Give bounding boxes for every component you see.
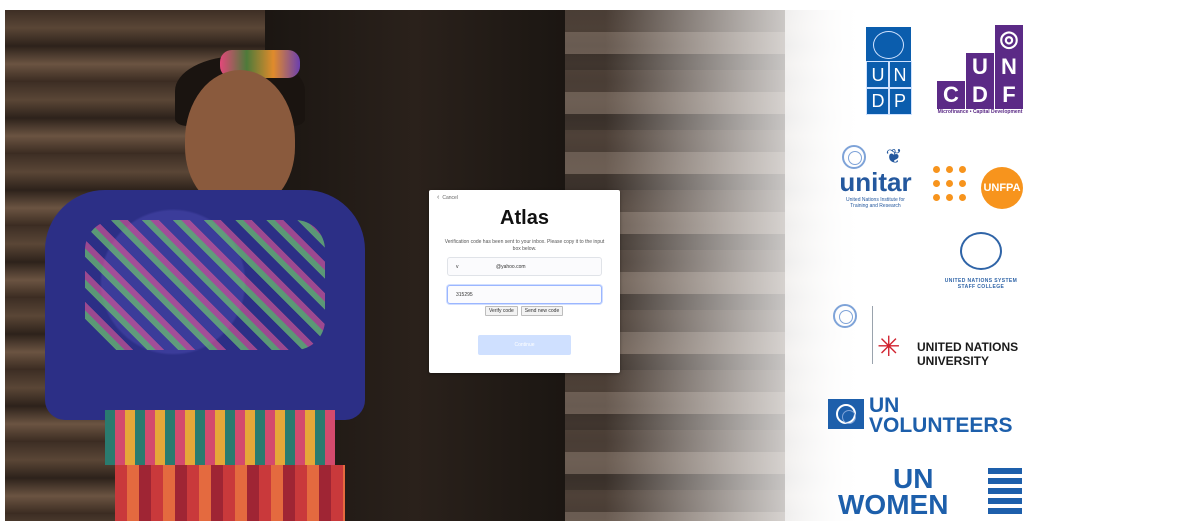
unfpa-circle: UNFPA (981, 167, 1023, 209)
uncdf-letter-c: C (937, 81, 965, 109)
un-emblem-icon: ◎ (995, 25, 1023, 53)
undp-letter-u: U (866, 61, 890, 89)
unu-logo: ✳ UNITED NATIONS UNIVERSITY (829, 304, 1029, 374)
email-field[interactable]: v @yahoo.com (447, 257, 602, 276)
unwomen-mark-icon (988, 468, 1022, 518)
unfpa-dot (959, 194, 966, 201)
unfpa-dot (933, 166, 940, 173)
photo-skirt (115, 465, 345, 521)
unfpa-dot (946, 180, 953, 187)
uncdf-letter-u: U (966, 53, 994, 81)
unfpa-dot (933, 180, 940, 187)
un-emblem-icon (828, 399, 864, 429)
photo-face (185, 70, 295, 210)
unfpa-dot (946, 166, 953, 173)
verification-description: Verification code has been sent to your … (444, 239, 605, 252)
cancel-button[interactable]: ‹ Cancel (437, 194, 458, 201)
verification-code-value: 315295 (456, 291, 473, 298)
unitar-dove-icon: ❦ (885, 146, 903, 168)
verification-code-input[interactable]: 315295 (447, 285, 602, 304)
uncdf-letter-d: D (966, 81, 994, 109)
un-emblem-icon (842, 145, 866, 169)
undp-letter-d: D (866, 87, 890, 115)
un-emblem-mark (836, 404, 856, 424)
photo-embroidery (85, 220, 325, 350)
un-emblem-icon (833, 304, 857, 328)
unitar-subtitle: United Nations Institute for Training an… (846, 197, 905, 209)
unv-logo: UN VOLUNTEERS (828, 393, 1028, 443)
unv-line2: VOLUNTEERS (869, 414, 1013, 437)
verify-code-button[interactable]: Verify code (485, 306, 518, 316)
unssc-logo: UNITED NATIONS SYSTEM STAFF COLLEGE (936, 232, 1026, 302)
unu-mark-icon: ✳ (877, 331, 901, 362)
uncdf-letter-f: F (995, 81, 1023, 109)
undp-logo: U N D P (866, 27, 912, 115)
photo-sash (105, 410, 335, 465)
uncdf-tagline: Microfinance • Capital Development (937, 109, 1023, 115)
unu-name: UNITED NATIONS UNIVERSITY (917, 340, 1019, 368)
unu-divider (872, 306, 873, 364)
undp-letter-n: N (888, 61, 912, 89)
unwomen-logo: UN WOMEN (838, 465, 1028, 521)
undp-letter-p: P (888, 87, 912, 115)
un-emblem-icon (960, 232, 1002, 270)
continue-button[interactable]: Continue (478, 335, 571, 355)
uncdf-letter-n: N (995, 53, 1023, 81)
code-actions: Verify code Send new code (485, 306, 564, 316)
uncdf-logo: ◎ U N C D F Microfinance • Capital Devel… (937, 25, 1023, 119)
unfpa-dot (959, 166, 966, 173)
unfpa-logo: UNFPA (933, 166, 1025, 211)
verification-modal: ‹ Cancel Atlas Verification code has bee… (429, 190, 620, 373)
email-domain: @yahoo.com (496, 263, 526, 270)
unfpa-name: UNFPA (983, 182, 1021, 194)
chevron-left-icon: ‹ (437, 194, 440, 201)
photo-woman-figure (25, 50, 385, 521)
send-new-code-button[interactable]: Send new code (520, 306, 564, 316)
unv-text: UN VOLUNTEERS (869, 394, 1013, 437)
unwomen-text: UN WOMEN (838, 465, 949, 520)
unv-line1: UN (869, 394, 900, 417)
unwomen-line2: WOMEN (838, 489, 949, 520)
unitar-name: unitar (839, 167, 912, 197)
unfpa-dot (946, 194, 953, 201)
unfpa-dot (959, 180, 966, 187)
cancel-label: Cancel (442, 194, 458, 201)
modal-title: Atlas (500, 207, 549, 229)
un-emblem-icon (873, 31, 904, 59)
email-prefix: v (456, 263, 459, 270)
background-fade (605, 10, 865, 521)
unssc-name: UNITED NATIONS SYSTEM STAFF COLLEGE (944, 278, 1018, 290)
unfpa-dot (933, 194, 940, 201)
unitar-logo: ❦ unitar United Nations Institute for Tr… (838, 145, 913, 215)
